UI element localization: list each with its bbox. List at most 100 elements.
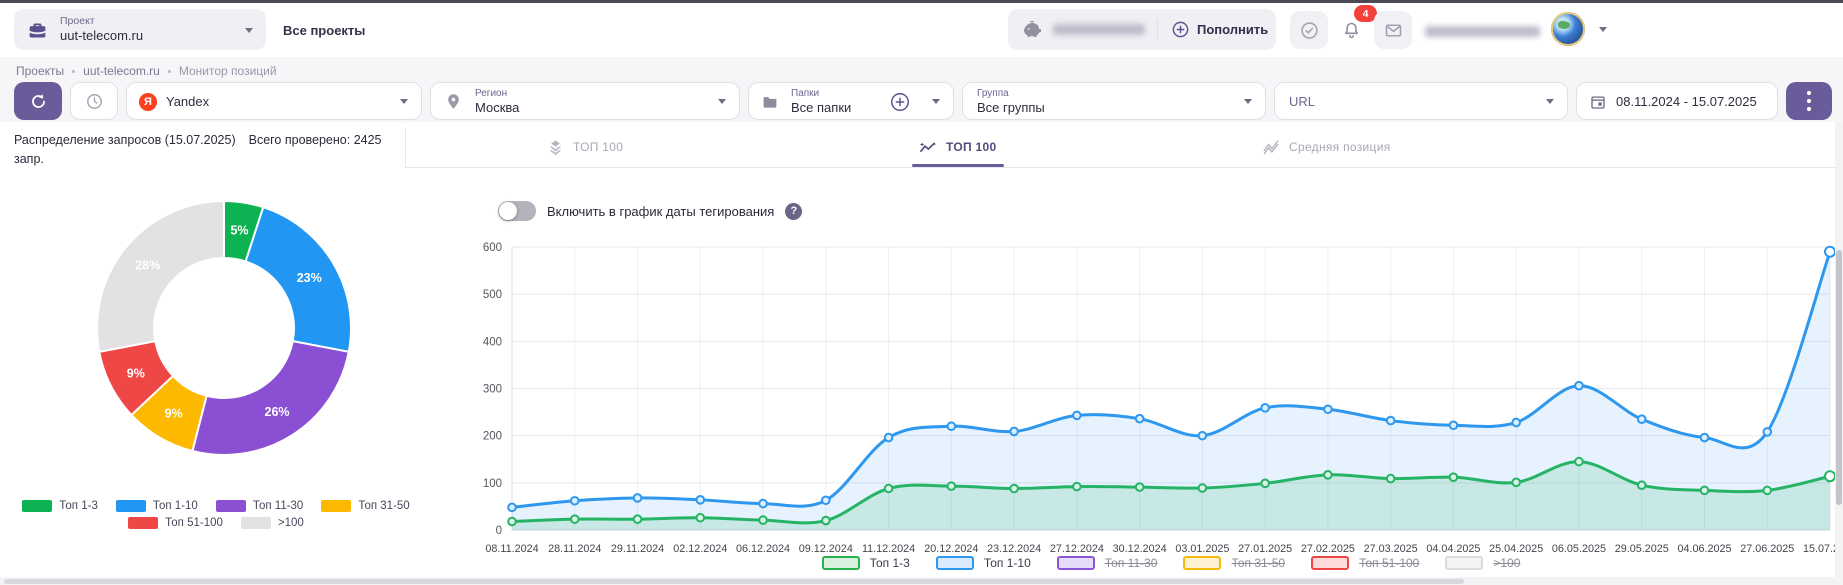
tab-top100-chart[interactable]: ТОП 100 [918,127,996,167]
data-point[interactable] [696,514,704,522]
refresh-button[interactable] [14,82,62,120]
data-point[interactable] [822,517,830,525]
project-selector[interactable]: Проект uut-telecom.ru [14,9,266,50]
account-chevron-down-icon[interactable] [1599,27,1607,32]
data-point[interactable] [885,485,893,493]
topup-button[interactable]: Пополнить [1171,20,1268,39]
data-point[interactable] [1199,484,1207,492]
data-point[interactable] [1010,428,1018,436]
line-legend-item[interactable]: Топ 31-50 [1183,556,1285,570]
url-filter-input[interactable]: URL [1274,82,1568,120]
data-point[interactable] [1010,485,1018,493]
data-point[interactable] [1763,487,1771,495]
data-point[interactable] [1136,415,1144,423]
donut-legend-item[interactable]: Топ 11-30 [216,500,304,512]
all-projects-link[interactable]: Все проекты [283,23,365,38]
legend-label: Топ 51-100 [165,517,223,529]
data-point[interactable] [1701,487,1709,495]
donut-legend-item[interactable]: Топ 31-50 [321,500,409,512]
donut-legend-item[interactable]: >100 [241,517,304,529]
data-point[interactable] [948,422,956,430]
tab-average-position[interactable]: Средняя позиция [1261,127,1391,167]
data-point[interactable] [1073,412,1081,420]
region-label: Регион [475,88,507,99]
data-point[interactable] [508,504,516,512]
data-point[interactable] [508,518,516,526]
vertical-scrollbar-thumb[interactable] [1836,250,1842,505]
data-point[interactable] [759,500,767,508]
donut-legend-item[interactable]: Топ 1-3 [22,500,98,512]
region-select[interactable]: Регион Москва [430,82,740,120]
breadcrumb-project[interactable]: uut-telecom.ru [83,64,160,78]
tab-top100-stacked[interactable]: ТОП 100 [546,127,623,167]
donut-slice[interactable] [192,341,348,455]
data-point[interactable] [1701,434,1709,442]
search-engine-select[interactable]: Я Yandex [126,82,422,120]
horizontal-scrollbar-track[interactable] [0,577,1835,585]
line-legend-item[interactable]: Топ 1-10 [936,556,1031,570]
data-point[interactable] [1387,475,1395,483]
help-question-icon[interactable]: ? [785,203,802,220]
data-point[interactable] [1450,421,1458,429]
data-point[interactable] [1073,483,1081,491]
tasks-check-button[interactable] [1290,11,1328,49]
more-options-button[interactable] [1786,82,1832,120]
x-axis-tick: 30.12.2024 [1113,543,1167,555]
data-point[interactable] [759,516,767,524]
distribution-title-text: Распределение запросов (15.07.2025) [14,133,236,147]
data-point[interactable] [1512,419,1520,427]
data-point[interactable] [1387,417,1395,425]
data-point[interactable] [1261,404,1269,412]
breadcrumb-projects[interactable]: Проекты [16,64,64,78]
folders-select[interactable]: Папки Все папки [748,82,954,120]
positions-line-chart[interactable]: 010020030040050060008.11.202428.11.20242… [420,238,1843,556]
x-axis-tick: 11.12.2024 [862,543,915,555]
horizontal-scrollbar-thumb[interactable] [4,579,1464,584]
data-point[interactable] [1575,382,1583,390]
bell-icon [1341,20,1362,41]
line-legend-item[interactable]: Топ 11-30 [1057,556,1158,570]
data-point[interactable] [1136,483,1144,491]
data-point[interactable] [822,496,830,504]
vertical-scrollbar-track[interactable] [1835,122,1843,585]
line-legend-item[interactable]: >100 [1445,556,1520,570]
data-point[interactable] [634,494,642,502]
line-legend-item[interactable]: Топ 51-100 [1311,556,1419,570]
add-folder-icon[interactable] [889,91,911,113]
data-point[interactable] [1324,471,1332,479]
group-select[interactable]: Группа Все группы [962,82,1266,120]
data-point[interactable] [885,434,893,442]
history-button[interactable] [70,82,118,120]
date-range-picker[interactable]: 08.11.2024 - 15.07.2025 [1576,82,1778,120]
data-point[interactable] [1512,479,1520,487]
data-point[interactable] [1763,428,1771,436]
tagging-dates-toggle[interactable] [498,201,536,221]
data-point[interactable] [1261,480,1269,488]
donut-legend-row: Топ 1-3 Топ 1-10 Топ 11-30 Топ 31-50 [0,500,432,512]
user-avatar[interactable] [1551,12,1585,46]
data-point[interactable] [1638,415,1646,423]
data-point[interactable] [1825,247,1835,257]
data-point[interactable] [1199,432,1207,440]
donut-legend-item[interactable]: Топ 1-10 [116,500,198,512]
legend-swatch [22,500,52,512]
x-axis-tick: 09.12.2024 [799,543,853,555]
data-point[interactable] [1575,458,1583,466]
data-point[interactable] [1825,471,1835,481]
data-point[interactable] [1638,481,1646,489]
query-distribution-donut-chart[interactable]: 5%23%26%9%9%28% [84,188,364,468]
donut-slice[interactable] [97,201,224,352]
line-legend-item[interactable]: Топ 1-3 [822,556,910,570]
data-point[interactable] [696,496,704,504]
data-point[interactable] [1450,473,1458,481]
data-point[interactable] [948,482,956,490]
data-point[interactable] [571,497,579,505]
notifications-button[interactable]: 4 [1332,11,1370,49]
x-axis-tick: 02.12.2024 [673,543,727,555]
data-point[interactable] [1324,405,1332,413]
data-point[interactable] [634,515,642,523]
balance-widget[interactable]: Пополнить [1008,9,1276,50]
donut-legend-item[interactable]: Топ 51-100 [128,517,223,529]
messages-button[interactable] [1374,11,1412,49]
data-point[interactable] [571,515,579,523]
